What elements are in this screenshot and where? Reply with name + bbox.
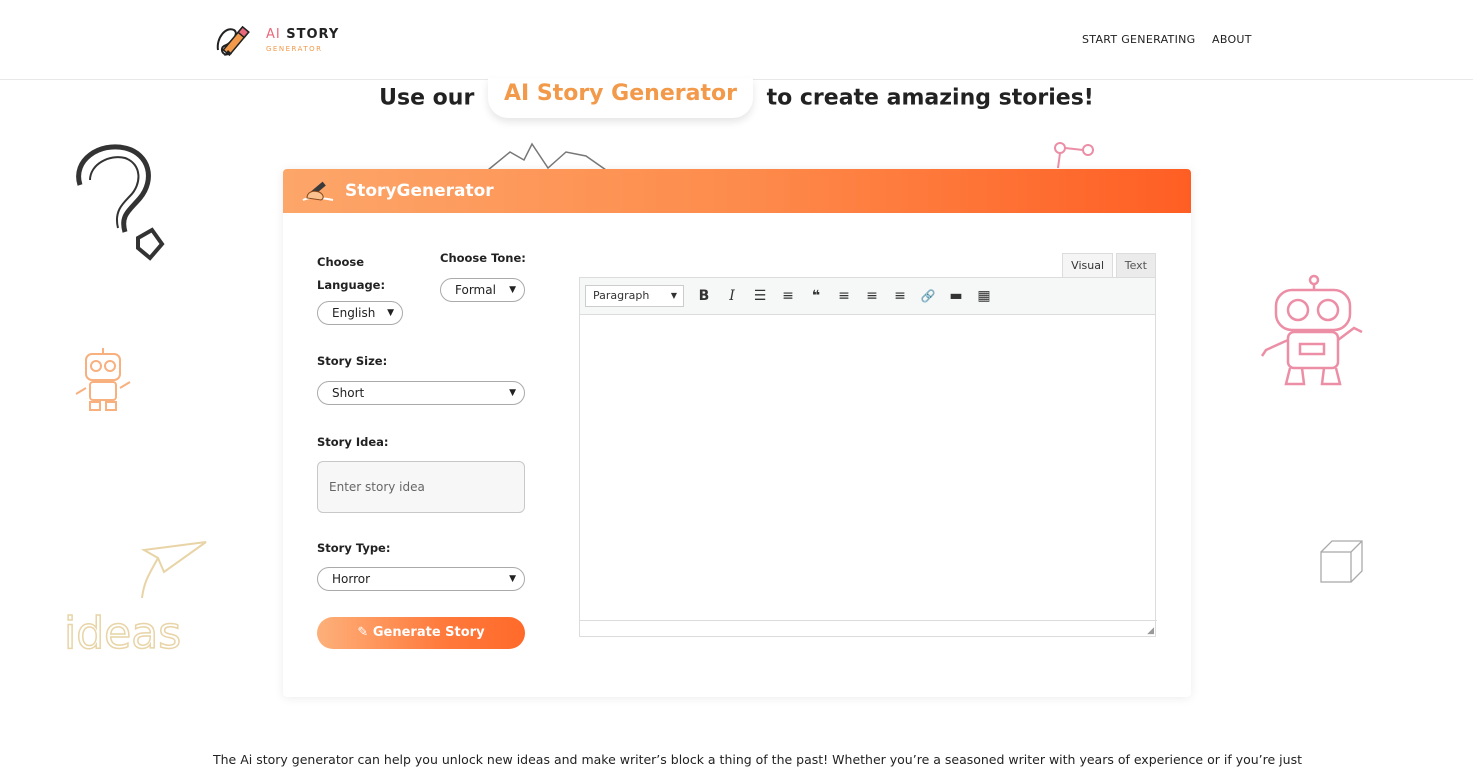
chevron-down-icon: ▼ — [509, 388, 516, 398]
chevron-down-icon: ▼ — [509, 285, 516, 295]
toolbar-toggle-icon[interactable]: ▦ — [970, 282, 998, 310]
cube-doodle-icon — [1320, 540, 1363, 583]
hero-highlight: AI Story Generator — [487, 78, 753, 118]
format-select[interactable]: Paragraph ▼ — [585, 285, 684, 307]
language-label: Choose Language: — [317, 255, 386, 292]
robot-doodle-pink-icon — [1260, 274, 1363, 386]
writing-hand-icon — [302, 181, 334, 201]
type-label: Story Type: — [317, 541, 391, 555]
bullet-list-icon[interactable]: ☰ — [746, 282, 774, 310]
chevron-down-icon: ▼ — [509, 574, 516, 584]
type-value: Horror — [332, 572, 371, 586]
editor-content-area[interactable]: ◢ — [579, 315, 1157, 637]
logo-subtitle: GENERATOR — [266, 44, 323, 53]
language-select[interactable]: English ▼ — [317, 301, 403, 325]
type-select[interactable]: Horror ▼ — [317, 567, 525, 591]
robot-doodle-orange-icon — [75, 348, 131, 411]
question-mark-doodle-icon — [76, 144, 165, 261]
card-header: StoryGenerator — [283, 169, 1191, 213]
tab-visual[interactable]: Visual — [1062, 253, 1113, 278]
logo-text: AI STORY GENERATOR — [266, 28, 339, 53]
idea-label: Story Idea: — [317, 435, 389, 449]
align-left-icon[interactable]: ≡ — [830, 282, 858, 310]
mountains-doodle-icon — [487, 142, 607, 171]
hero-suffix: to create amazing stories! — [766, 85, 1094, 111]
generate-label: Generate Story — [372, 625, 485, 640]
tab-text[interactable]: Text — [1115, 253, 1156, 278]
align-center-icon[interactable]: ≡ — [858, 282, 886, 310]
tone-label: Choose Tone: — [440, 251, 526, 265]
hero-prefix: Use our — [379, 85, 475, 111]
nav-start-generating[interactable]: START GENERATING — [1082, 33, 1195, 46]
story-idea-input[interactable]: Enter story idea — [317, 461, 525, 513]
story-editor: Visual Text Paragraph ▼ B I ☰ ≡ ❝ ≡ ≡ ≡ … — [579, 253, 1157, 637]
format-value: Paragraph — [593, 289, 650, 302]
logo-story: STORY — [286, 26, 340, 42]
italic-icon[interactable]: I — [718, 282, 746, 310]
tone-value: Formal — [455, 283, 496, 297]
hero-headline: Use our AI Story Generator to create ama… — [0, 78, 1473, 118]
intro-paragraph: The Ai story generator can help you unlo… — [213, 752, 1302, 767]
pencil-icon: ✎ — [357, 625, 369, 640]
site-header: AI STORY GENERATOR START GENERATING ABOU… — [0, 0, 1473, 80]
molecule-doodle-icon — [1054, 142, 1094, 169]
svg-text:ideas: ideas — [64, 608, 181, 658]
editor-toolbar: Paragraph ▼ B I ☰ ≡ ❝ ≡ ≡ ≡ 🔗 ▬ ▦ — [579, 277, 1156, 315]
size-select[interactable]: Short ▼ — [317, 381, 525, 405]
language-value: English — [332, 306, 376, 320]
logo-ai: AI — [266, 26, 281, 42]
ideas-doodle-icon: ideas — [63, 541, 207, 658]
chevron-down-icon: ▼ — [387, 308, 394, 318]
blockquote-icon[interactable]: ❝ — [802, 282, 830, 310]
story-generator-card: StoryGenerator Choose Language: English … — [283, 169, 1191, 697]
size-label: Story Size: — [317, 354, 388, 368]
align-right-icon[interactable]: ≡ — [886, 282, 914, 310]
numbered-list-icon[interactable]: ≡ — [774, 282, 802, 310]
nav-about[interactable]: ABOUT — [1212, 33, 1252, 46]
chevron-down-icon: ▼ — [670, 291, 677, 300]
editor-resize-bar[interactable]: ◢ — [580, 620, 1157, 636]
card-title: StoryGenerator — [345, 181, 494, 201]
bold-icon[interactable]: B — [690, 282, 718, 310]
read-more-icon[interactable]: ▬ — [942, 282, 970, 310]
link-icon[interactable]: 🔗 — [914, 282, 942, 310]
tone-select[interactable]: Formal ▼ — [440, 278, 525, 302]
pencil-logo-icon — [216, 25, 250, 57]
resize-handle-icon[interactable]: ◢ — [1147, 626, 1154, 636]
generate-story-button[interactable]: ✎ Generate Story — [317, 617, 525, 649]
size-value: Short — [332, 386, 365, 400]
site-logo[interactable]: AI STORY GENERATOR — [214, 20, 339, 60]
